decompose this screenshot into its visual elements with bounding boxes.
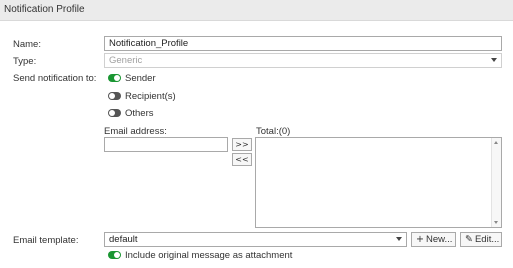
email-template-label: Email template: — [13, 235, 79, 246]
recipients-label: Recipient(s) — [125, 91, 176, 102]
others-label: Others — [125, 108, 154, 119]
remove-address-button[interactable]: << — [232, 153, 252, 166]
address-list[interactable] — [255, 137, 502, 228]
scroll-down-icon[interactable] — [494, 221, 498, 224]
plus-icon: + — [416, 234, 424, 245]
send-notification-label: Send notification to: — [13, 73, 97, 84]
chevron-down-icon — [491, 58, 497, 62]
name-label: Name: — [13, 39, 41, 50]
recipients-toggle[interactable] — [108, 92, 121, 100]
email-address-input[interactable] — [104, 137, 228, 152]
new-button-label: New... — [425, 234, 453, 245]
toggle-knob — [109, 93, 115, 99]
chevron-down-icon — [396, 237, 402, 241]
total-label: Total:(0) — [256, 126, 291, 137]
type-select[interactable]: Generic — [104, 53, 502, 68]
panel-header: Notification Profile — [0, 0, 513, 21]
list-scrollbar[interactable] — [491, 138, 501, 227]
scroll-up-icon[interactable] — [494, 141, 498, 144]
sender-label: Sender — [125, 73, 156, 84]
name-input-value: Notification_Profile — [109, 38, 189, 49]
others-toggle[interactable] — [108, 109, 121, 117]
attach-original-toggle[interactable] — [108, 251, 121, 259]
edit-icon: ✎ — [465, 234, 473, 245]
type-label: Type: — [13, 56, 37, 67]
toggle-knob — [109, 110, 115, 116]
email-address-label: Email address: — [104, 126, 167, 137]
toggle-knob — [114, 75, 120, 81]
email-template-select[interactable]: default — [104, 232, 407, 247]
attach-original-label: Include original message as attachment — [125, 250, 293, 261]
panel-title: Notification Profile — [4, 4, 85, 15]
name-input[interactable]: Notification_Profile — [104, 36, 502, 51]
edit-template-button[interactable]: ✎ Edit... — [460, 232, 502, 247]
toggle-knob — [114, 252, 120, 258]
type-select-value: Generic — [109, 55, 143, 66]
sender-toggle[interactable] — [108, 74, 121, 82]
add-address-button[interactable]: >> — [232, 138, 252, 151]
edit-button-label: Edit... — [474, 234, 500, 245]
new-template-button[interactable]: + New... — [411, 232, 456, 247]
email-template-value: default — [109, 234, 138, 245]
